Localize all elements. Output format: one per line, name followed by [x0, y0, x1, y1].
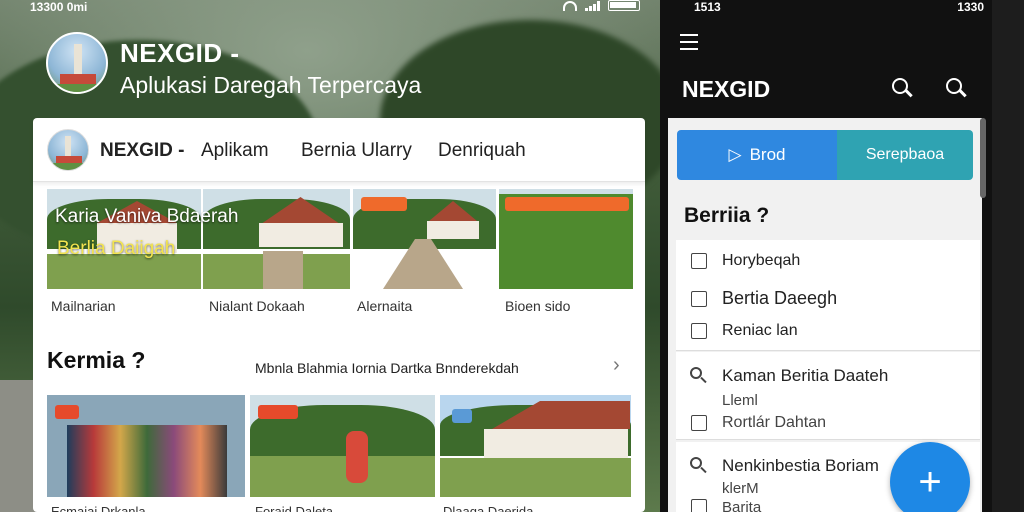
chevron-right-icon[interactable]: ›: [613, 354, 620, 377]
right-phone-screen: 1513 1330 NEXGID ▷ Brod Serepbaoa Berrii…: [660, 0, 992, 512]
list-item-subtitle: klerM: [722, 480, 759, 497]
nav-brand[interactable]: NEXGID -: [100, 140, 184, 162]
tab-brod-label: Brod: [749, 145, 786, 164]
featured-caption-2: Nialant Dokaah: [209, 298, 305, 314]
list-item-subtitle: Lleml: [722, 392, 758, 409]
clipboard-icon: [690, 414, 708, 432]
segmented-tabs: ▷ Brod Serepbaoa: [677, 130, 973, 180]
add-button[interactable]: +: [890, 442, 970, 512]
news-caption-3: Dlaaga Daerida: [443, 504, 534, 512]
tab-brod[interactable]: ▷ Brod: [677, 130, 837, 180]
nav-link-aplikam[interactable]: Aplikam: [201, 140, 269, 162]
featured-caption-3: Alernaita: [357, 298, 413, 314]
edit-icon: [690, 322, 708, 340]
play-icon: ▷: [728, 145, 742, 164]
list-item-label: Bertia Daeegh: [722, 288, 838, 308]
clipboard-icon: [690, 290, 708, 308]
news-thumb-2[interactable]: [250, 395, 435, 497]
menu-icon[interactable]: [680, 34, 698, 55]
search-icon: [690, 367, 708, 385]
news-thumb-1[interactable]: [47, 395, 245, 497]
status-time: 13300 0mi: [30, 0, 88, 14]
list-group-2[interactable]: Kaman Beritia Daateh Lleml Rortlár Dahta…: [676, 352, 980, 440]
status-time-right: 1513: [694, 0, 721, 14]
status-icons: [563, 0, 640, 11]
list-item-detail: Barita: [722, 498, 762, 512]
list-item-label: Horybeqah: [722, 252, 801, 269]
news-caption-1: Ecmaiai Drkanla: [51, 504, 146, 512]
featured-caption-1: Mailnarian: [51, 298, 116, 314]
right-edge-background: [992, 0, 1024, 512]
list-item[interactable]: Reniac lan: [690, 322, 798, 340]
wifi-icon: [563, 0, 577, 11]
tab-serepbaoa[interactable]: Serepbaoa: [837, 130, 973, 180]
top-navigation: NEXGID - Aplikam Bernia Ularry Denriquah: [33, 118, 645, 182]
app-title: NEXGID -: [120, 38, 240, 68]
featured-overlay-subtitle: Berlia Daiigah: [57, 238, 176, 259]
section-title: Kermia ?: [47, 347, 146, 373]
scrollbar[interactable]: [980, 118, 986, 198]
list-item-title: Nenkinbestia Boriam: [722, 456, 879, 475]
search-icon[interactable]: [892, 78, 914, 100]
nav-logo[interactable]: [47, 129, 89, 171]
list-item[interactable]: Bertia Daeegh: [690, 288, 837, 309]
thumb-badge: [361, 197, 407, 211]
featured-thumb-4[interactable]: [499, 189, 633, 289]
search-icon[interactable]: [946, 78, 968, 100]
right-app-title: NEXGID: [682, 76, 771, 102]
signal-icon: [585, 0, 600, 11]
thumb-badge: [452, 409, 472, 423]
thumb-badge: [55, 405, 79, 419]
featured-overlay-title: Karia Vaniva Bdaerah: [55, 206, 239, 227]
news-thumb-3[interactable]: [440, 395, 631, 497]
list-item-detail-row: Barita: [690, 498, 761, 512]
list-item-title-row: Nenkinbestia Boriam: [690, 456, 879, 476]
thumb-badge: [505, 197, 629, 211]
list-item-detail: Rortlár Dahtan: [722, 414, 827, 431]
status-right-text: 1330: [957, 0, 984, 14]
article-icon: [690, 252, 708, 270]
list-item-title-row: Kaman Beritia Daateh: [690, 366, 888, 386]
list-item-detail-row: Rortlár Dahtan: [690, 414, 826, 432]
list-item-title: Kaman Beritia Daateh: [722, 366, 889, 385]
grid-icon: [690, 498, 708, 512]
section-subtitle: Mbnla Blahmia Iornia Dartka Bnnderekdah: [255, 360, 519, 376]
featured-thumb-2[interactable]: [203, 189, 350, 289]
featured-thumb-3[interactable]: [353, 189, 496, 289]
plus-icon: +: [918, 459, 942, 504]
thumb-badge: [258, 405, 298, 419]
news-caption-2: Foraid Daleta: [255, 504, 334, 512]
search-icon: [690, 457, 708, 475]
status-bar-right: 1513 1330: [694, 0, 984, 14]
right-section-heading: Berriia ?: [684, 204, 770, 227]
featured-caption-4: Bioen sido: [505, 298, 571, 314]
list-group-1: Horybeqah Bertia Daeegh Reniac lan: [676, 240, 980, 351]
nav-link-denriquah[interactable]: Denriquah: [438, 140, 526, 162]
battery-icon: [608, 0, 640, 11]
list-item[interactable]: Horybeqah: [690, 252, 800, 270]
status-bar-left: 13300 0mi: [30, 0, 650, 14]
app-logo: [46, 32, 108, 94]
app-subtitle: Aplukasi Daregah Terpercaya: [120, 72, 422, 98]
nav-link-bernia[interactable]: Bernia Ularry: [301, 140, 412, 162]
main-content-card: NEXGID - Aplikam Bernia Ularry Denriquah…: [33, 118, 645, 512]
list-item-label: Reniac lan: [722, 322, 798, 339]
